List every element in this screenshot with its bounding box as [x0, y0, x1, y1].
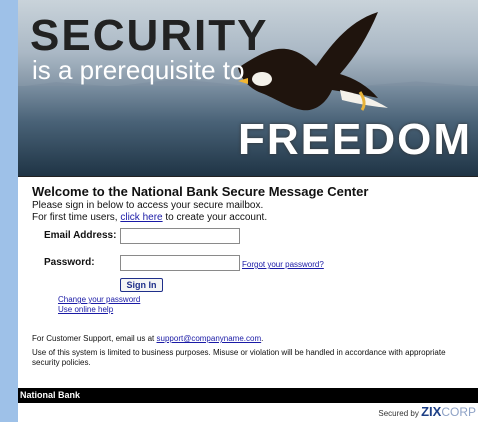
- main-panel: SECURITY is a prerequisite to FREEDOM We…: [18, 0, 478, 422]
- policy-text: Use of this system is limited to busines…: [32, 348, 446, 367]
- banner-security-text: SECURITY: [30, 11, 269, 60]
- support-prefix: For Customer Support, email us at: [32, 334, 155, 343]
- secured-by-badge: Secured by ZIXCORP: [378, 404, 476, 419]
- content-area: Welcome to the National Bank Secure Mess…: [32, 184, 472, 367]
- first-time-text: For first time users, click here to crea…: [32, 212, 472, 224]
- corp-logo: CORP: [441, 405, 476, 419]
- banner-freedom-text: FREEDOM: [238, 115, 472, 164]
- secured-by-text: Secured by: [378, 409, 419, 418]
- security-banner: SECURITY is a prerequisite to FREEDOM: [18, 0, 478, 177]
- forgot-password-link[interactable]: Forgot your password?: [242, 260, 324, 269]
- support-email-link[interactable]: support@companyname.com: [157, 334, 262, 343]
- online-help-link[interactable]: Use online help: [58, 305, 113, 314]
- email-field[interactable]: [120, 228, 240, 244]
- sign-in-button[interactable]: Sign In: [120, 278, 163, 292]
- support-suffix: .: [261, 334, 264, 343]
- change-password-link[interactable]: Change your password: [58, 295, 140, 304]
- password-field[interactable]: [120, 255, 240, 271]
- click-here-link[interactable]: click here: [120, 212, 162, 223]
- email-label: Email Address:: [44, 230, 117, 241]
- support-text: For Customer Support, email us at suppor…: [32, 334, 263, 343]
- zix-logo: ZIX: [421, 404, 442, 419]
- first-time-suffix: to create your account.: [165, 212, 268, 223]
- banner-prerequisite-text: is a prerequisite to: [32, 55, 245, 85]
- password-label: Password:: [44, 257, 95, 268]
- first-time-prefix: For first time users,: [32, 212, 118, 223]
- footer-bank-name: National Bank: [20, 390, 81, 400]
- welcome-instructions: Please sign in below to access your secu…: [32, 200, 264, 211]
- welcome-title: Welcome to the National Bank Secure Mess…: [32, 184, 369, 199]
- footer-bar: National Bank: [18, 388, 478, 403]
